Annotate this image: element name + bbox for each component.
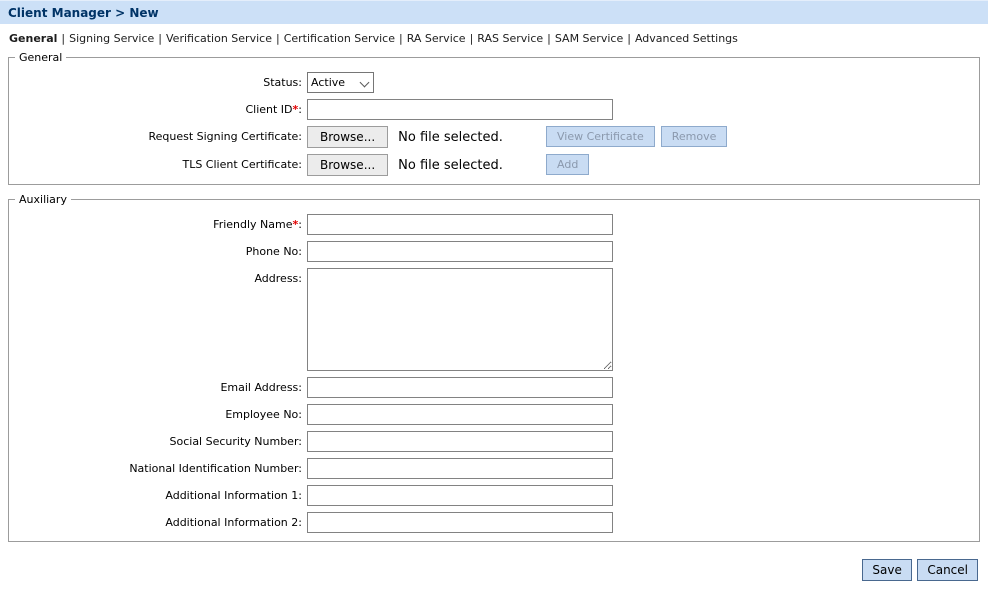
friendly-name-input[interactable]	[307, 214, 613, 235]
additional-information-2-input[interactable]	[307, 512, 613, 533]
auxiliary-legend: Auxiliary	[15, 193, 71, 206]
tab-separator: |	[276, 32, 280, 45]
tls-client-certificate-file-status: No file selected.	[398, 158, 503, 173]
additional-information-1-input[interactable]	[307, 485, 613, 506]
client-id-row: Client ID*:	[9, 99, 979, 120]
tab-ras-service[interactable]: RAS Service	[477, 32, 543, 45]
tab-general[interactable]: General	[9, 32, 57, 45]
tab-bar: General | Signing Service | Verification Ser…	[0, 24, 988, 46]
phone-no-label: Phone No:	[9, 241, 307, 258]
general-fieldset: General Status: Active Client ID*: Reque…	[8, 51, 980, 185]
add-certificate-button[interactable]: Add	[546, 154, 589, 175]
tab-ra-service[interactable]: RA Service	[407, 32, 466, 45]
save-button[interactable]: Save	[862, 559, 911, 581]
national-identification-number-row: National Identification Number:	[9, 458, 979, 479]
auxiliary-fieldset: Auxiliary Friendly Name*: Phone No: Addr…	[8, 193, 980, 542]
address-label: Address:	[9, 268, 307, 285]
remove-certificate-button[interactable]: Remove	[661, 126, 728, 147]
status-row: Status: Active	[9, 72, 979, 93]
tab-signing-service[interactable]: Signing Service	[69, 32, 154, 45]
tls-client-certificate-browse-button[interactable]: Browse...	[307, 154, 388, 176]
email-address-label: Email Address:	[9, 377, 307, 394]
social-security-number-row: Social Security Number:	[9, 431, 979, 452]
employee-no-row: Employee No:	[9, 404, 979, 425]
tab-separator: |	[470, 32, 474, 45]
friendly-name-row: Friendly Name*:	[9, 214, 979, 235]
header-bar: Client Manager > New	[0, 0, 988, 24]
tab-separator: |	[61, 32, 65, 45]
additional-information-2-label: Additional Information 2:	[9, 512, 307, 529]
address-textarea[interactable]	[307, 268, 613, 371]
client-id-input[interactable]	[307, 99, 613, 120]
email-address-row: Email Address:	[9, 377, 979, 398]
social-security-number-input[interactable]	[307, 431, 613, 452]
general-legend: General	[15, 51, 66, 64]
national-identification-number-label: National Identification Number:	[9, 458, 307, 475]
request-signing-certificate-file-status: No file selected.	[398, 130, 503, 145]
tab-sam-service[interactable]: SAM Service	[555, 32, 623, 45]
tab-certification-service[interactable]: Certification Service	[284, 32, 395, 45]
email-address-input[interactable]	[307, 377, 613, 398]
tab-separator: |	[627, 32, 631, 45]
status-label: Status:	[9, 72, 307, 89]
status-select[interactable]: Active	[307, 72, 374, 93]
address-row: Address:	[9, 268, 979, 371]
tab-separator: |	[547, 32, 551, 45]
tab-advanced-settings[interactable]: Advanced Settings	[635, 32, 738, 45]
tab-verification-service[interactable]: Verification Service	[166, 32, 272, 45]
tab-separator: |	[158, 32, 162, 45]
additional-information-2-row: Additional Information 2:	[9, 512, 979, 533]
view-certificate-button[interactable]: View Certificate	[546, 126, 655, 147]
tls-client-certificate-label: TLS Client Certificate:	[9, 154, 307, 171]
client-id-label: Client ID*:	[9, 99, 307, 116]
national-identification-number-input[interactable]	[307, 458, 613, 479]
friendly-name-label: Friendly Name*:	[9, 214, 307, 231]
request-signing-certificate-label: Request Signing Certificate:	[9, 126, 307, 143]
phone-no-row: Phone No:	[9, 241, 979, 262]
tls-client-certificate-row: TLS Client Certificate: Browse... No fil…	[9, 154, 979, 176]
social-security-number-label: Social Security Number:	[9, 431, 307, 448]
cancel-button[interactable]: Cancel	[917, 559, 978, 581]
additional-information-1-label: Additional Information 1:	[9, 485, 307, 502]
page-title: Client Manager > New	[8, 6, 159, 20]
request-signing-certificate-browse-button[interactable]: Browse...	[307, 126, 388, 148]
employee-no-label: Employee No:	[9, 404, 307, 421]
employee-no-input[interactable]	[307, 404, 613, 425]
footer-actions: Save Cancel	[0, 559, 978, 581]
tab-separator: |	[399, 32, 403, 45]
request-signing-certificate-row: Request Signing Certificate: Browse... N…	[9, 126, 979, 148]
phone-no-input[interactable]	[307, 241, 613, 262]
additional-information-1-row: Additional Information 1:	[9, 485, 979, 506]
